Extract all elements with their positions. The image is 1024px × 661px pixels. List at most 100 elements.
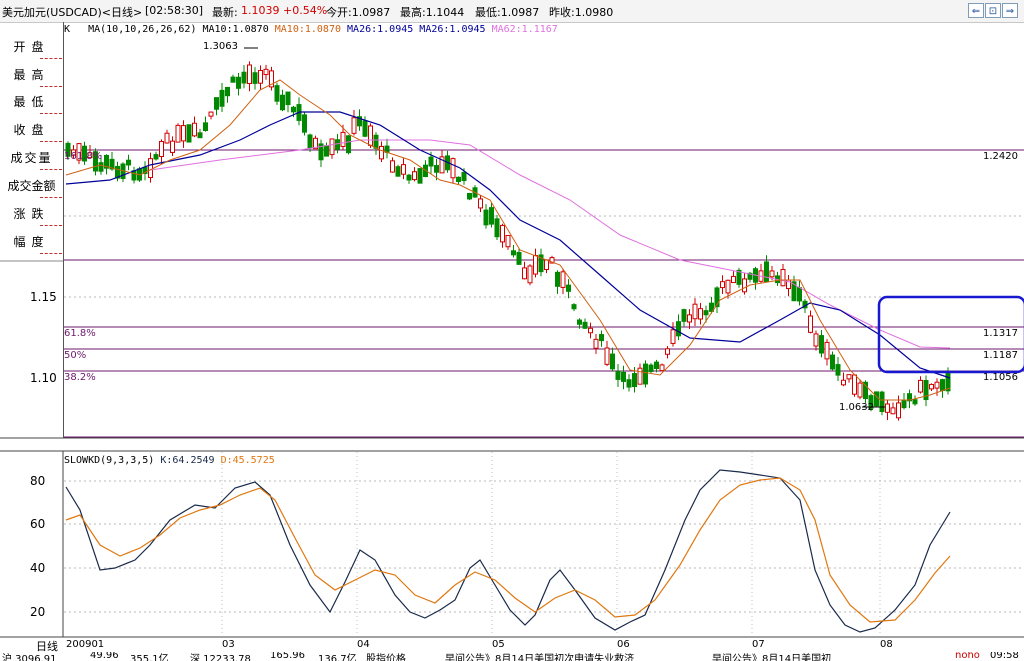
candle-body (533, 255, 538, 275)
candle-body (274, 85, 280, 102)
kd-k-value: K:64.2549 (160, 455, 215, 466)
time-tick-03: 03 (222, 639, 235, 650)
candle-body (379, 145, 384, 160)
candle-body (373, 134, 379, 149)
candle-body (153, 154, 159, 160)
status-sh-change: 49.96 (90, 652, 119, 661)
candlestick-chart[interactable] (0, 0, 1024, 661)
status-clock: 09:58 (990, 652, 1019, 661)
candle-body (483, 209, 489, 226)
candle-body (676, 321, 681, 337)
candle-body (285, 91, 291, 106)
legend-params: MA(10,10,26,26,62) (88, 24, 197, 35)
fib-value-1: 1.2420 (983, 151, 1018, 162)
candle-body (890, 407, 896, 415)
candle-body (621, 371, 626, 382)
ma62-line (149, 139, 951, 349)
candle-body (841, 379, 846, 386)
candle-body (456, 176, 461, 183)
candle-body (395, 166, 401, 177)
price-axis-115: 1.15 (30, 290, 57, 304)
legend-ma26-b: MA26:1.0945 (419, 24, 486, 35)
kd-params: SLOWKD(9,3,3,5) (64, 455, 155, 466)
candle-body (857, 382, 863, 398)
candle-body (126, 159, 131, 166)
candle-body (901, 399, 907, 409)
candle-body (582, 321, 588, 329)
candle-body (725, 279, 731, 294)
status-sh-index: 沪 3096.91 (2, 654, 57, 661)
status-news-1[interactable]: 早间公告》8月14日美国初次申请失业救济 (445, 652, 634, 661)
candle-body (494, 218, 500, 238)
candle-body (351, 117, 357, 134)
candle-body (401, 164, 406, 175)
candle-body (500, 224, 505, 243)
legend-k: K (64, 24, 71, 35)
candle-body (230, 76, 236, 83)
candle-body (164, 132, 170, 144)
candle-body (637, 367, 643, 385)
candle-body (406, 174, 412, 181)
candle-body (780, 269, 786, 287)
price-axis-110: 1.10 (30, 371, 57, 385)
high-marker-label: 1.3063 (203, 41, 238, 52)
ma-legend: K MA(10,10,26,26,62) MA10:1.0870 MA10:1.… (64, 24, 558, 35)
candle-body (511, 250, 516, 256)
candle-body (698, 308, 703, 320)
fib-value-3: 1.1187 (983, 350, 1018, 361)
legend-ma62: MA62:1.1167 (491, 24, 558, 35)
candle-body (236, 76, 241, 89)
kd-d-value: D:45.5725 (220, 455, 275, 466)
status-sz-volume: 136.7亿 (318, 654, 357, 661)
candle-body (604, 347, 610, 365)
time-tick-05: 05 (492, 639, 505, 650)
candle-body (544, 259, 549, 270)
kd-axis-20: 20 (30, 605, 46, 619)
candles-group (65, 61, 951, 421)
candle-body (560, 271, 566, 288)
candle-body (467, 192, 472, 200)
legend-ma26-a: MA26:1.0945 (347, 24, 414, 35)
candle-body (687, 314, 692, 323)
candle-body (769, 270, 775, 278)
market-status-bar: 沪 3096.91 49.96 355.1亿 深 12233.78 165.96… (0, 652, 1024, 661)
candle-body (654, 361, 659, 370)
candle-body (566, 284, 571, 292)
candle-body (643, 363, 648, 385)
candle-body (846, 374, 852, 380)
candle-body (214, 97, 219, 110)
candle-body (692, 303, 698, 320)
candle-body (940, 379, 945, 391)
candle-body (340, 131, 346, 147)
candle-body (797, 287, 802, 302)
candle-body (263, 68, 269, 76)
fib-1618: 161.8% (64, 151, 103, 162)
candle-body (192, 122, 197, 137)
candle-body (324, 145, 329, 157)
candle-body (208, 111, 214, 117)
candle-body (879, 391, 885, 412)
time-tick-08: 08 (880, 639, 893, 650)
candle-body (912, 399, 918, 405)
status-sz-change: 165.96 (270, 652, 305, 661)
fib-618: 61.8% (64, 328, 96, 339)
candle-body (417, 168, 423, 184)
candle-body (681, 309, 687, 322)
candle-body (390, 160, 395, 173)
candle-body (835, 364, 841, 376)
candle-body (186, 124, 192, 143)
legend-ma10-a: MA10:1.0870 (202, 24, 269, 35)
candle-body (808, 315, 813, 333)
candle-body (615, 370, 621, 380)
kd-axis-40: 40 (30, 561, 46, 575)
candle-body (632, 373, 637, 388)
candle-body (175, 124, 181, 143)
candle-body (219, 89, 225, 107)
kd-legend: SLOWKD(9,3,3,5) K:64.2549 D:45.5725 (64, 455, 275, 466)
candle-body (197, 132, 203, 139)
candle-body (302, 114, 307, 133)
candle-body (307, 134, 313, 149)
candle-body (505, 234, 511, 248)
candle-body (824, 341, 830, 360)
status-news-2[interactable]: 早间公告》8月14日美国初 (712, 652, 831, 661)
